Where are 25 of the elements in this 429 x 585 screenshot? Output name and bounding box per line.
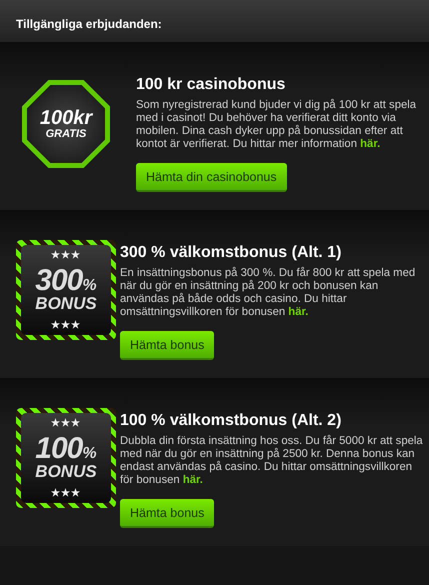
stars-text: ★★★ <box>51 319 81 331</box>
claim-button[interactable]: Hämta din casinobonus <box>136 163 287 192</box>
claim-button[interactable]: Hämta bonus <box>120 331 214 360</box>
offer-description: Som nyregistrerad kund bjuder vi dig på 100 kr att spela med i casinot! Du behöver ha verifierat ditt konto via mobilen. Dina cash dyker upp på bonussidan efter att kontot är verifierat. Du hittar mer information här. <box>136 99 418 151</box>
offer-title: 100 % välkomstbonus (Alt. 2) <box>120 412 342 430</box>
section-title: Tillgängliga erbjudanden: <box>16 17 162 31</box>
offer-title: 100 kr casinobonus <box>136 76 286 94</box>
link[interactable]: här. <box>288 306 308 318</box>
offer-description: Dubbla din första insättning hos oss. Du får 5000 kr att spela med när du gör en insättning på 2500 kr. Denna bonus kan endast användas på casino. Du hittar omsättningsvillkoren för bonusen här. <box>120 435 424 487</box>
badge-unit: % <box>82 277 97 295</box>
offer-description: En insättningsbonus på 300 %. Du får 800 kr att spela med när du gör en insättning på 200 kr och bonusen kan användas på både odds och casino. Du hittar omsättningsvillkoren för bonusen här. <box>120 267 416 319</box>
stars-text: ★★★ <box>51 249 81 261</box>
claim-button[interactable]: Hämta bonus <box>120 499 214 528</box>
badge-amount: 300 <box>35 267 82 295</box>
stars-text: ★★★ <box>51 487 81 499</box>
link[interactable]: här. <box>360 138 380 150</box>
badge-label: BONUS <box>35 463 97 481</box>
badge-amount: 100kr <box>40 108 92 128</box>
badge-label: BONUS <box>35 295 97 313</box>
badge-amount: 100 <box>35 435 82 463</box>
badge-unit: % <box>82 445 97 463</box>
offer-title: 300 % välkomstbonus (Alt. 1) <box>120 244 342 262</box>
stars-text: ★★★ <box>51 417 81 429</box>
badge-label: GRATIS <box>46 128 86 140</box>
link[interactable]: här. <box>182 474 203 486</box>
